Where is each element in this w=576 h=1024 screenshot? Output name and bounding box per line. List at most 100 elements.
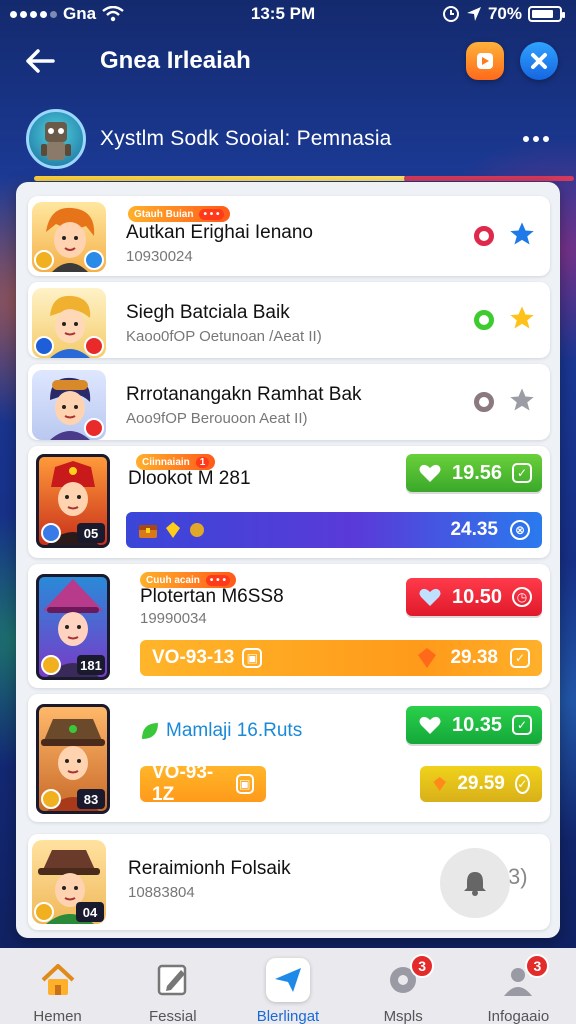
clock: 13:5 PM [250,4,316,23]
gem-icon [433,777,446,791]
heart-icon [419,464,441,482]
avatar [32,370,106,440]
status-bar: Gna 13:5 PM 70% [0,0,576,28]
more-options-button[interactable] [516,119,556,159]
alarm-icon [442,6,459,22]
level-badge: 04 [76,902,104,922]
calendar-icon: ▣ [242,648,263,668]
group-header: Xystlm Sodk Sooial: Pemnasia [26,106,556,172]
gem-icon [166,522,180,538]
level-badge: 05 [77,523,105,543]
member-name: Rrrotanangakn Ramhat Bak [126,384,362,405]
member-status: Kaoo0fOP Oetunoan /Aeat II) [126,328,322,345]
arrow-left-icon [26,49,55,73]
avatar: 181 [36,574,110,680]
battery-icon [528,6,565,22]
star-icon[interactable] [508,304,536,332]
rank-tag: Gtauh Buian • • • [128,206,230,222]
list-item[interactable]: Siegh Batciala Baik Kaoo0fOP Oetunoan /A… [28,282,550,358]
home-icon [36,958,80,1002]
member-status: Aoo9fOP Berouoon Aeat II) [126,410,308,427]
like-stat-button[interactable]: 19.56 ✓ [406,454,542,492]
robot-avatar-icon [41,122,71,160]
leaf-icon [142,723,158,739]
list-item[interactable]: Rrrotanangakn Ramhat Bak Aoo9fOP Berouoo… [28,364,550,440]
member-id: 10883804 [128,884,195,901]
heart-icon [419,716,441,734]
coin-badge-icon [41,789,61,809]
player-card[interactable]: 181 Cuuh acain • • • Plotertan M6SS8 1999… [28,564,550,688]
status-ring-icon [474,392,494,412]
member-extra: 3) [508,864,528,889]
gift-icon: ✓ [512,463,532,483]
edit-icon [151,958,195,1002]
reward-pill[interactable]: 29.59 ✓ [420,766,542,802]
group-avatar[interactable] [26,109,86,169]
bell-icon [464,872,486,896]
signal-icon [10,10,57,18]
avatar: 83 [36,704,110,814]
gift-icon: ✓ [512,715,532,735]
alert-badge-icon [84,418,104,438]
avatar: 04 [32,840,106,924]
member-name: Siegh Batciala Baik [126,302,290,323]
member-id: 10930024 [126,248,193,265]
nav-social[interactable]: Fessial [118,958,228,1024]
nav-messages[interactable]: Blerlingat [233,958,343,1024]
player-card[interactable]: 05 Ciinnaiain 1 Dlookot M 281 19.56 ✓ 24.… [28,446,550,558]
status-ring-icon [474,310,494,330]
tab-indicator-secondary [404,176,574,181]
back-button[interactable] [18,39,62,83]
wifi-icon [102,6,124,22]
group-title: Xystlm Sodk Sooial: Pemnasia [100,127,392,150]
share-button[interactable] [466,42,504,80]
battery-percent: 70% [487,4,522,23]
location-icon [466,7,481,21]
chest-icon [139,525,157,538]
bottom-nav: Hemen Fessial Blerlingat 3 Mspls 3 Infog… [0,948,576,1024]
status-pill[interactable]: VO-93-1Z ▣ [140,762,266,805]
coin-badge-icon [34,902,54,922]
carrier-name: Gna [63,4,97,23]
member-name: Autkan Erighai Ienano [126,222,313,243]
like-stat-button[interactable]: 10.50 ◷ [406,578,542,616]
like-stat-button[interactable]: 10.35 ✓ [406,706,542,744]
list-item[interactable]: Gtauh Buian • • • Autkan Erighai Ienano 1… [28,196,550,276]
heart-icon [419,588,441,606]
nav-maps[interactable]: 3 Mspls [348,954,458,1024]
player-name: Mamlaji 16.Ruts [140,720,302,742]
nav-home[interactable]: Hemen [3,958,113,1024]
star-icon[interactable] [508,386,536,414]
close-button[interactable] [520,42,558,80]
avatar: 05 [36,454,110,548]
nav-info[interactable]: 3 Infogaaio [463,954,573,1024]
page-title: Gnea Irleaiah [100,47,251,74]
share-icon [477,53,493,69]
star-icon[interactable] [508,220,536,248]
nav-badge: 3 [525,954,550,978]
clock-icon: ◷ [512,587,532,607]
gift-icon: ✓ [510,648,530,668]
send-icon [265,958,310,1002]
progress-bar[interactable]: 24.35 ⊗ [126,512,542,548]
member-name: Reraimionh Folsaik [128,858,291,879]
avatar [32,202,106,272]
alert-badge-icon [84,336,104,356]
player-id: 19990034 [140,610,207,627]
ability-badge-icon [41,523,61,543]
coin-badge-icon [34,250,54,270]
progress-bar[interactable]: VO-93-13 ▣ 29.38 ✓ [140,640,542,676]
status-ring-icon [474,226,494,246]
level-badge: 83 [77,789,105,809]
shield-badge-icon [84,250,104,270]
globe-badge-icon [34,336,54,356]
avatar [32,288,106,358]
player-card[interactable]: 83 Mamlaji 16.Ruts 10.35 ✓ VO-93-1Z ▣ 29.… [28,694,550,822]
calendar-icon: ▣ [235,774,254,794]
badge-icon [190,523,204,537]
nav-badge: 3 [410,954,435,978]
tab-indicator [34,176,406,181]
level-badge: 181 [77,655,105,675]
notification-fab[interactable] [440,848,510,918]
app-header: Gnea Irleaiah [0,30,576,92]
